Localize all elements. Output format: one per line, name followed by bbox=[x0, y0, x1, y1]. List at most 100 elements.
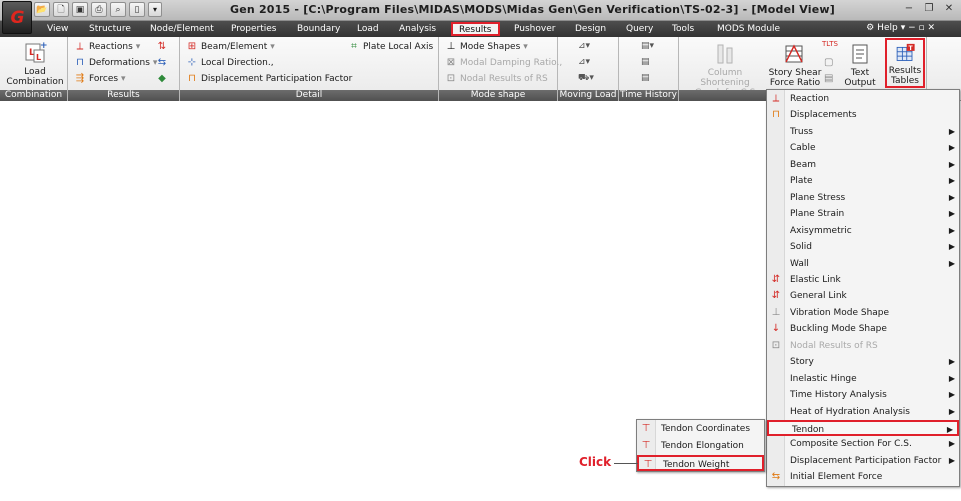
deformations-button[interactable]: ⊓ Deformations ▾ bbox=[74, 57, 157, 69]
tab-boundary[interactable]: Boundary bbox=[297, 21, 340, 37]
results-tables-button[interactable]: T Results Tables bbox=[885, 38, 925, 88]
tab-node-element[interactable]: Node/Element bbox=[150, 21, 214, 37]
menu-item-nodal-results-of-rs[interactable]: ⊡ Nodal Results of RS bbox=[767, 338, 959, 354]
menu-item-cable[interactable]: Cable ▶ bbox=[767, 140, 959, 156]
menu-item-story[interactable]: Story ▶ bbox=[767, 354, 959, 370]
tab-structure[interactable]: Structure bbox=[89, 21, 131, 37]
load-combination-button[interactable]: L L + Load Combination bbox=[6, 41, 64, 87]
submenu-arrow-icon: ▶ bbox=[948, 143, 955, 153]
menu-item-time-history-analysis[interactable]: Time History Analysis ▶ bbox=[767, 387, 959, 403]
submenu-item-tendon-coordinates[interactable]: ⊤ Tendon Coordinates bbox=[637, 421, 764, 437]
menu-item-label: Plane Stress bbox=[790, 192, 846, 203]
submenu-arrow-icon: ▶ bbox=[948, 258, 955, 268]
menu-item-heat-of-hydration-analysis[interactable]: Heat of Hydration Analysis ▶ bbox=[767, 404, 959, 420]
time-history-table-icon[interactable]: ▤ bbox=[641, 73, 667, 86]
blank-page-icon[interactable]: ▯ bbox=[129, 2, 145, 17]
tab-query[interactable]: Query bbox=[626, 21, 653, 37]
menu-item-elastic-link[interactable]: ⇵ Elastic Link bbox=[767, 272, 959, 288]
menu-item-label: Displacement Participation Factor bbox=[790, 455, 942, 466]
menu-item-truss[interactable]: Truss ▶ bbox=[767, 124, 959, 140]
help-menu[interactable]: ⚙ Help ▾ − ▫ ✕ bbox=[866, 23, 935, 33]
chevron-down-icon: ▾ bbox=[270, 42, 275, 52]
menu-item-plane-stress[interactable]: Plane Stress ▶ bbox=[767, 190, 959, 206]
print-preview-icon[interactable]: ⌕ bbox=[110, 2, 126, 17]
open-folder-icon[interactable]: 📂 bbox=[34, 2, 50, 17]
submenu-arrow-icon: ▶ bbox=[948, 192, 955, 202]
menu-item-initial-element-force[interactable]: ⇆ Initial Element Force bbox=[767, 469, 959, 485]
local-direction-button[interactable]: ⊹ Local Direction., bbox=[186, 57, 274, 69]
menu-item-label: General Link bbox=[790, 291, 847, 302]
load-combination-label: Load Combination bbox=[6, 67, 64, 87]
new-file-icon[interactable]: 🗋 bbox=[53, 2, 69, 17]
menu-item-tendon[interactable]: Tendon ▶ bbox=[767, 420, 959, 436]
settings-gear-icon[interactable]: ⚙ bbox=[866, 23, 874, 33]
small-doc-icon[interactable]: ▤ bbox=[824, 73, 833, 84]
submenu-item-tendon-weight[interactable]: ⊤ Tendon Weight bbox=[637, 455, 764, 471]
tendon-elongation-icon: ⊤ bbox=[641, 440, 651, 451]
mode-shapes-button[interactable]: ⊥ Mode Shapes ▾ bbox=[445, 41, 528, 53]
tab-mods-module[interactable]: MODS Module bbox=[717, 21, 780, 37]
logo-letter: G bbox=[10, 7, 25, 28]
deformations-icon: ⊓ bbox=[76, 57, 84, 68]
help-controls[interactable]: ▾ − ▫ ✕ bbox=[901, 23, 935, 33]
elastic-link-icon: ⇵ bbox=[771, 273, 781, 285]
tab-tools[interactable]: Tools bbox=[672, 21, 694, 37]
menu-item-vibration-mode-shape[interactable]: ⊥ Vibration Mode Shape bbox=[767, 305, 959, 321]
submenu-item-tendon-elongation[interactable]: ⊤ Tendon Elongation bbox=[637, 438, 764, 454]
menu-item-axisymmetric[interactable]: Axisymmetric ▶ bbox=[767, 223, 959, 239]
menu-item-general-link[interactable]: ⇵ General Link bbox=[767, 288, 959, 304]
displacement-participation-button[interactable]: ⊓ Displacement Participation Factor bbox=[186, 73, 352, 85]
print-icon[interactable]: ⎙ bbox=[91, 2, 107, 17]
menu-item-composite-section-for-c-s[interactable]: Composite Section For C.S. ▶ bbox=[767, 436, 959, 452]
menu-item-label: Elastic Link bbox=[790, 274, 841, 285]
general-link-icon: ⇵ bbox=[771, 290, 781, 302]
restore-icon[interactable]: ❐ bbox=[921, 2, 937, 17]
tab-properties[interactable]: Properties bbox=[231, 21, 276, 37]
tab-results[interactable]: Results bbox=[451, 22, 500, 36]
menu-item-inelastic-hinge[interactable]: Inelastic Hinge ▶ bbox=[767, 371, 959, 387]
app-logo[interactable]: G bbox=[2, 1, 32, 34]
menu-item-buckling-mode-shape[interactable]: ↓ Buckling Mode Shape bbox=[767, 321, 959, 337]
menu-item-beam[interactable]: Beam ▶ bbox=[767, 157, 959, 173]
moving-load-vehicle-icon[interactable]: ⛟▾ bbox=[578, 73, 604, 86]
text-output-button[interactable]: Text Output bbox=[842, 42, 878, 88]
save-icon[interactable]: ▣ bbox=[72, 2, 88, 17]
chevron-down-icon: ▾ bbox=[523, 42, 528, 52]
menu-item-reaction[interactable]: ⟂ Reaction bbox=[767, 91, 959, 107]
story-shear-force-ratio-button[interactable]: Story Shear Force Ratio bbox=[767, 42, 823, 88]
menu-item-displacements[interactable]: ⊓ Displacements bbox=[767, 107, 959, 123]
close-icon[interactable]: ✕ bbox=[941, 2, 957, 17]
moving-load-tracer-icon[interactable]: ⊿▾ bbox=[578, 41, 604, 54]
minimize-icon[interactable]: − bbox=[901, 2, 917, 17]
small-table-icon[interactable]: TLTS bbox=[822, 40, 838, 48]
menu-item-plane-strain[interactable]: Plane Strain ▶ bbox=[767, 206, 959, 222]
tab-load[interactable]: Load bbox=[357, 21, 379, 37]
time-history-graph-icon[interactable]: ▤▾ bbox=[641, 41, 667, 54]
group-label-results: Results bbox=[68, 90, 179, 101]
time-history-text-icon[interactable]: ▤ bbox=[641, 57, 667, 70]
nodal-results-rs-button[interactable]: ⊡ Nodal Results of RS bbox=[445, 73, 548, 85]
small-view-icon[interactable]: ▢ bbox=[824, 57, 833, 68]
local-direction-icon: ⊹ bbox=[187, 57, 197, 68]
tab-pushover[interactable]: Pushover bbox=[514, 21, 555, 37]
plate-local-axis-button[interactable]: ⌗ Plate Local Axis bbox=[348, 41, 433, 53]
beam-element-button[interactable]: ⊞ Beam/Element ▾ bbox=[186, 41, 275, 53]
menu-item-plate[interactable]: Plate ▶ bbox=[767, 173, 959, 189]
menu-item-label: Composite Section For C.S. bbox=[790, 439, 912, 450]
qat-dropdown-icon[interactable]: ▾ bbox=[148, 2, 162, 17]
modal-damping-ratio-button[interactable]: ⊠ Modal Damping Ratio., bbox=[445, 57, 562, 69]
beam-diagram-icon[interactable]: ⇆ bbox=[156, 57, 168, 69]
tab-view[interactable]: View bbox=[47, 21, 68, 37]
stress-contour-icon[interactable]: ⇅ bbox=[156, 41, 168, 53]
forces-button[interactable]: ⇶ Forces ▾ bbox=[74, 73, 126, 85]
menu-item-wall[interactable]: Wall ▶ bbox=[767, 256, 959, 272]
plate-contour-icon[interactable]: ◆ bbox=[156, 73, 168, 85]
tab-design[interactable]: Design bbox=[575, 21, 606, 37]
help-label: Help bbox=[877, 23, 898, 33]
menu-item-displacement-participation-factor[interactable]: Displacement Participation Factor ▶ bbox=[767, 453, 959, 469]
menu-item-solid[interactable]: Solid ▶ bbox=[767, 239, 959, 255]
reactions-button[interactable]: ⟂ Reactions ▾ bbox=[74, 41, 141, 53]
submenu-arrow-icon: ▶ bbox=[948, 439, 955, 449]
moving-load-reaction-icon[interactable]: ⊿▾ bbox=[578, 57, 604, 70]
tab-analysis[interactable]: Analysis bbox=[399, 21, 436, 37]
